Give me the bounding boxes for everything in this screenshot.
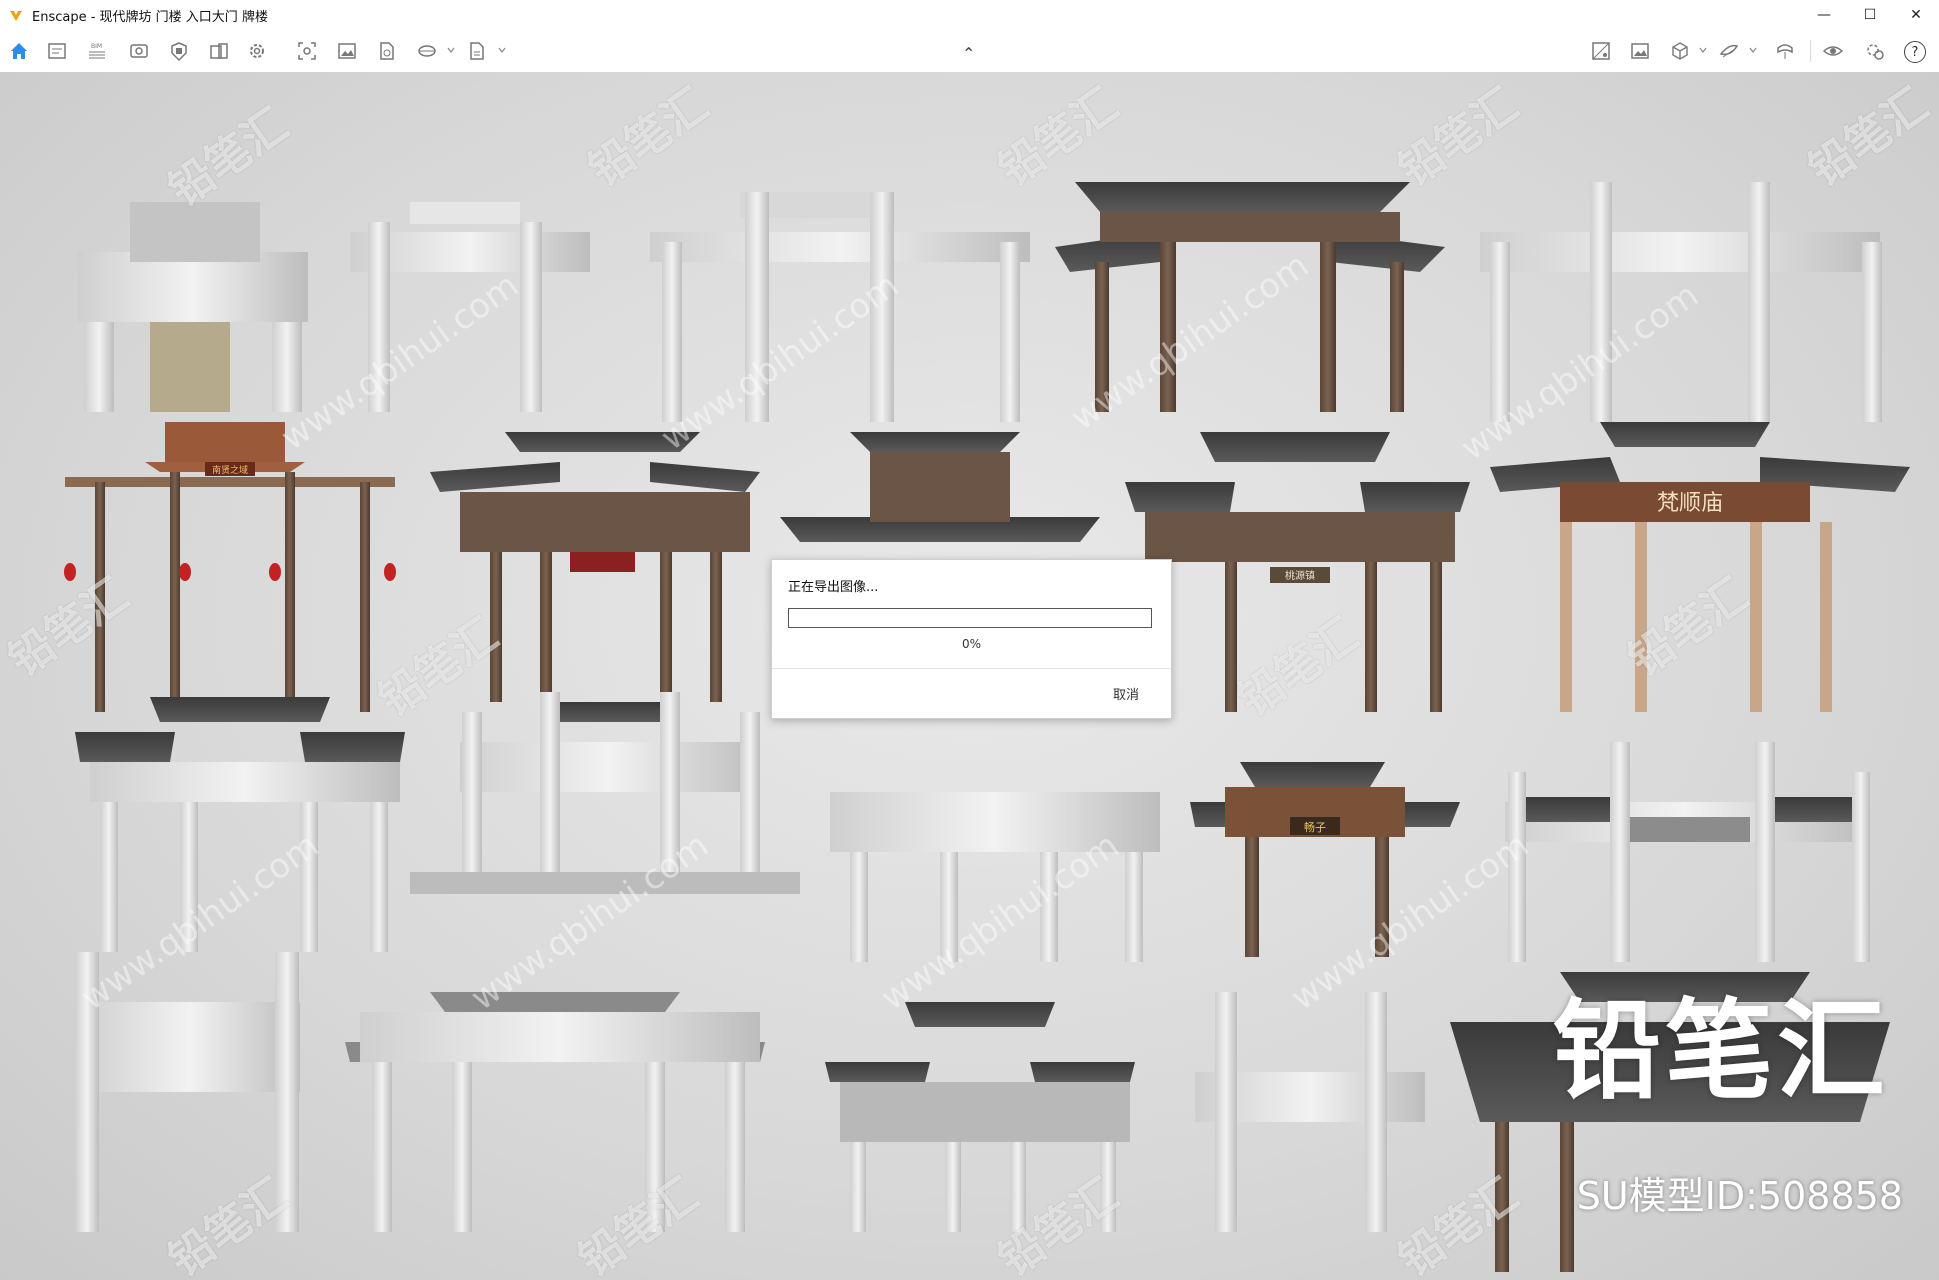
chevron-down-icon[interactable] <box>497 45 507 55</box>
settings-gear-icon[interactable] <box>244 38 270 64</box>
close-button[interactable]: ✕ <box>1893 0 1939 30</box>
cancel-button[interactable]: 取消 <box>1113 684 1139 703</box>
gate-sign-3: 梵顺庙 <box>1657 491 1723 516</box>
toolbar: BIM ⌃ ? <box>0 30 1939 73</box>
stone-gate-4 <box>1480 182 1882 422</box>
panorama-icon[interactable] <box>414 38 440 64</box>
bim-icon[interactable]: BIM <box>84 38 110 64</box>
window-controls: — ☐ ✕ <box>1801 0 1939 30</box>
wooden-pavilion-gate-3 <box>780 432 1100 542</box>
stone-gate-6 <box>1195 992 1425 1232</box>
home-icon[interactable] <box>6 38 32 64</box>
mixed-roof-gate <box>825 1002 1135 1232</box>
gate-sign-4: 畅子 <box>1304 820 1326 834</box>
sketch-view-icon[interactable] <box>44 38 70 64</box>
window-title: Enscape - 现代牌坊 门楼 入口大门 牌楼 <box>32 9 268 25</box>
stone-roof-gate-4 <box>1505 742 1870 962</box>
layers-icon[interactable] <box>1716 38 1742 64</box>
collapse-toolbar-button[interactable]: ⌃ <box>962 44 975 63</box>
wooden-pavilion-gate-2 <box>430 432 760 702</box>
wooden-pavilion-gate-1 <box>1055 182 1445 412</box>
red-lantern-gate: 南贤之域 <box>64 422 396 712</box>
wooden-pavilion-gate-6: 畅子 <box>1190 762 1460 957</box>
wooden-pavilion-gate-4: 桃源镇 <box>1125 432 1470 712</box>
stone-gate-3 <box>650 192 1030 422</box>
stone-roof-gate-2 <box>410 692 800 894</box>
bim-label: BIM <box>91 43 102 50</box>
progress-percent: 0% <box>961 637 982 651</box>
views-icon[interactable] <box>206 38 232 64</box>
enscape-logo-icon <box>10 11 22 21</box>
export-progress-bar <box>788 608 1152 628</box>
stone-roof-gate-5 <box>345 992 765 1232</box>
chevron-down-icon[interactable] <box>1698 45 1708 55</box>
live-update-icon[interactable] <box>1862 38 1888 64</box>
screenshot-icon[interactable] <box>334 38 360 64</box>
help-icon[interactable]: ? <box>1904 41 1926 63</box>
toolbar-divider <box>1810 40 1811 62</box>
gate-sign-2: 桃源镇 <box>1285 569 1315 582</box>
export-progress-dialog: 正在导出图像... 0% 取消 <box>771 559 1172 719</box>
gate-sign-1: 南贤之域 <box>212 464 248 476</box>
export-message: 正在导出图像... <box>788 580 879 595</box>
ar-icon[interactable] <box>1772 38 1798 64</box>
batch-export-icon[interactable] <box>374 38 400 64</box>
materials-icon[interactable] <box>1588 38 1614 64</box>
brand-watermark: 铅笔汇 <box>1552 989 1889 1114</box>
maximize-button[interactable]: ☐ <box>1847 0 1893 30</box>
asset-library-icon[interactable] <box>166 38 192 64</box>
title-bar: Enscape - 现代牌坊 门楼 入口大门 牌楼 — ☐ ✕ <box>0 0 1939 30</box>
export-dropdown-icon[interactable] <box>464 38 490 64</box>
minimize-button[interactable]: — <box>1801 0 1847 30</box>
eye-icon[interactable] <box>1820 38 1846 64</box>
stone-gate-5 <box>75 952 300 1232</box>
visual-settings-icon[interactable] <box>126 38 152 64</box>
model-id-label: SU模型ID:508858 <box>1576 1174 1903 1218</box>
dialog-divider <box>772 668 1171 669</box>
stone-gate-1 <box>78 202 308 412</box>
chevron-down-icon[interactable] <box>446 45 456 55</box>
stone-roof-gate-3 <box>830 792 1160 962</box>
stone-gate-2 <box>350 202 590 412</box>
cube-icon[interactable] <box>1667 38 1693 64</box>
image-icon[interactable] <box>1627 38 1653 64</box>
render-capture-icon[interactable] <box>294 38 320 64</box>
chevron-down-icon[interactable] <box>1748 45 1758 55</box>
stone-roof-gate-1 <box>75 697 405 952</box>
wooden-pavilion-gate-5: 梵顺庙 <box>1490 422 1910 712</box>
